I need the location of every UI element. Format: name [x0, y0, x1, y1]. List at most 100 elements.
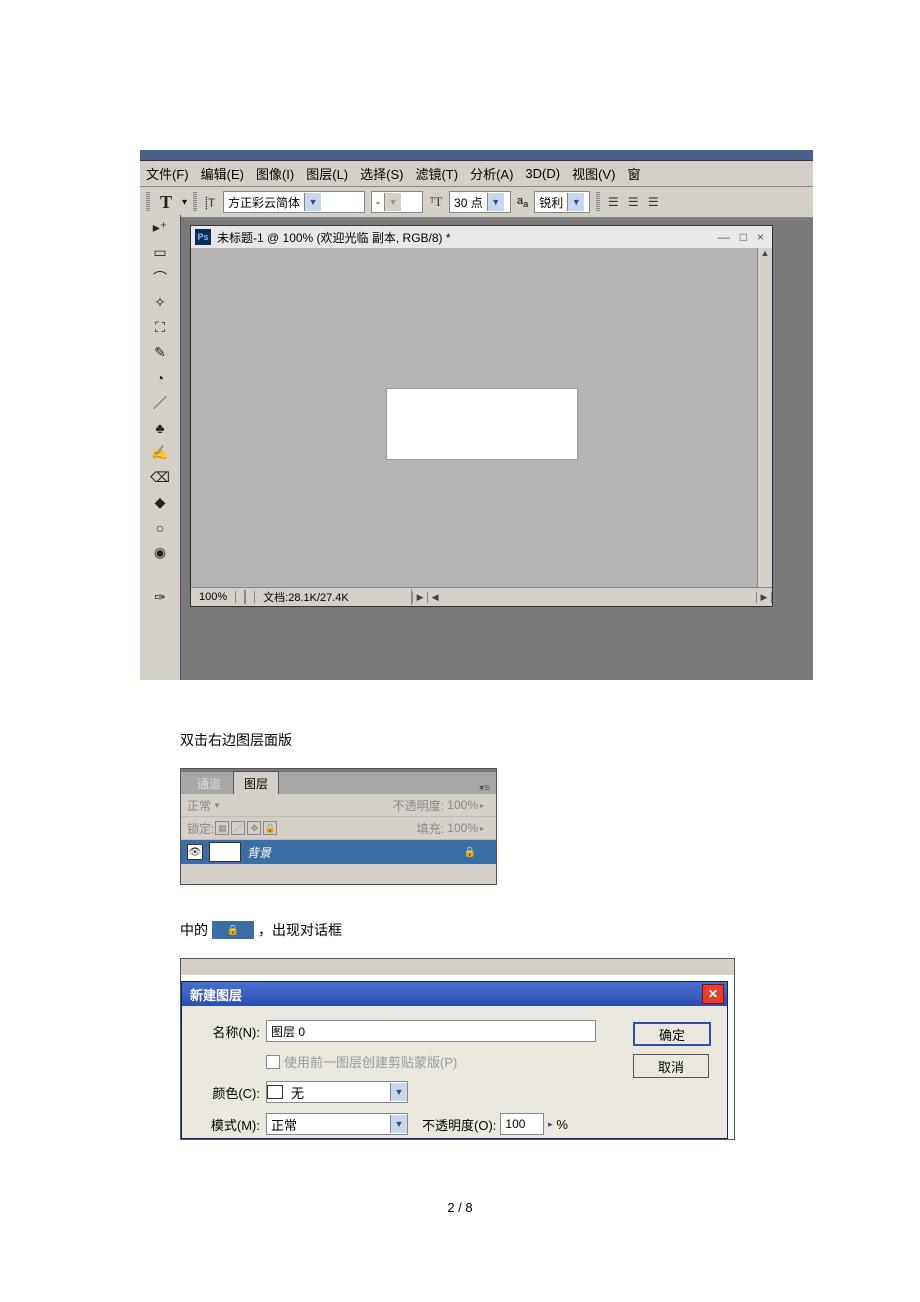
close-icon[interactable]: ✕: [702, 984, 724, 1004]
doc-size: 文档:28.1K/27.4K: [255, 589, 412, 605]
layer-thumbnail[interactable]: [209, 842, 241, 862]
caption-text: 双击右边图层面版: [180, 730, 920, 750]
text-tool-icon[interactable]: T: [160, 192, 172, 213]
opacity-label: 不透明度:: [393, 797, 444, 814]
layer-row-background[interactable]: 👁 背景 🔒: [181, 840, 496, 864]
chevron-down-icon[interactable]: ▼: [213, 801, 223, 810]
menu-edit[interactable]: 编辑(E): [201, 164, 244, 183]
opacity-label: 不透明度(O):: [422, 1115, 496, 1134]
lock-icon-inline: 🔒: [212, 921, 254, 939]
tab-layers[interactable]: 图层: [233, 771, 279, 794]
swatch-icon: [267, 1085, 283, 1099]
marquee-tool-icon[interactable]: ▭: [140, 240, 180, 265]
horizontal-scrollbar[interactable]: ▶◀▶: [412, 590, 772, 604]
arrow-icon[interactable]: ▸: [480, 801, 490, 810]
ab-icon[interactable]: [244, 590, 246, 604]
name-input[interactable]: 图层 0: [266, 1020, 596, 1042]
maximize-icon[interactable]: □: [740, 230, 747, 244]
page-number: 2 / 8: [0, 1200, 920, 1215]
color-select[interactable]: 无▼: [266, 1081, 408, 1103]
clip-mask-label: 使用前一图层创建剪贴蒙版(P): [284, 1052, 457, 1071]
text-orientation-icon[interactable]: ⸽T: [203, 195, 217, 209]
grip-icon: [146, 192, 150, 212]
lock-icon[interactable]: 🔒: [464, 846, 476, 858]
clip-mask-checkbox: [266, 1055, 280, 1069]
opacity-input[interactable]: 100: [500, 1113, 544, 1135]
blend-mode-select[interactable]: 正常: [187, 797, 213, 814]
menu-image[interactable]: 图像(I): [256, 164, 294, 183]
brush-tool-icon[interactable]: ／: [140, 390, 180, 415]
new-layer-dialog-screenshot: 新建图层 ✕ 名称(N): 图层 0 使用前一图层创建剪贴蒙版(P) 颜色(C)…: [180, 958, 735, 1140]
tab-channels[interactable]: 通道: [187, 772, 231, 794]
menu-bar: 文件(F) 编辑(E) 图像(I) 图层(L) 选择(S) 滤镜(T) 分析(A…: [140, 161, 813, 187]
align-left-icon[interactable]: ☰: [606, 195, 620, 209]
crop-tool-icon[interactable]: ⛶: [140, 315, 180, 340]
eraser-tool-icon[interactable]: ⌫: [140, 465, 180, 490]
color-label: 颜色(C):: [194, 1083, 260, 1102]
fill-label: 填充:: [417, 820, 444, 837]
layers-panel-screenshot: 通道 图层 ▾≡ 正常 ▼ 不透明度: 100%▸ 锁定: ▦ ／ ✥ 🔒 填充…: [180, 768, 497, 885]
menu-file[interactable]: 文件(F): [146, 164, 189, 183]
arrow-icon[interactable]: ▸: [544, 1119, 556, 1130]
eyedropper-tool-icon[interactable]: ✎: [140, 340, 180, 365]
move-tool-icon[interactable]: ▸⁺: [140, 215, 180, 240]
history-brush-icon[interactable]: ✍: [140, 440, 180, 465]
document-titlebar: Ps 未标题-1 @ 100% (欢迎光临 副本, RGB/8) * — □ ×: [191, 226, 772, 249]
tool-palette: ▸⁺ ▭ ⌒ ✧ ⛶ ✎ ◔ ／ ♣ ✍ ⌫ ◆ ○ ◉ ✑: [140, 215, 181, 680]
wand-tool-icon[interactable]: ✧: [140, 290, 180, 315]
cancel-button[interactable]: 取消: [633, 1054, 709, 1078]
new-layer-dialog: 新建图层 ✕ 名称(N): 图层 0 使用前一图层创建剪贴蒙版(P) 颜色(C)…: [181, 981, 728, 1139]
panel-menu-icon[interactable]: ▾≡: [479, 783, 496, 794]
pen-tool-icon[interactable]: ✑: [140, 585, 180, 610]
canvas[interactable]: [386, 388, 578, 460]
zoom-value[interactable]: 100%: [191, 591, 236, 603]
layer-name: 背景: [247, 844, 271, 861]
lock-pixels-icon[interactable]: ▦: [215, 821, 229, 835]
lasso-tool-icon[interactable]: ⌒: [140, 265, 180, 290]
font-family-select[interactable]: 方正彩云简体▼: [223, 191, 365, 213]
align-center-icon[interactable]: ☰: [626, 195, 640, 209]
menu-layer[interactable]: 图层(L): [306, 164, 348, 183]
font-size-icon: ᵀT: [429, 195, 443, 209]
mode-label: 模式(M):: [194, 1115, 260, 1134]
lock-all-icon[interactable]: 🔒: [263, 821, 277, 835]
grip-icon: [596, 192, 600, 212]
menu-filter[interactable]: 滤镜(T): [415, 164, 458, 183]
grip-icon: [193, 192, 197, 212]
visibility-icon[interactable]: 👁: [187, 844, 203, 860]
menu-analysis[interactable]: 分析(A): [470, 164, 513, 183]
arrow-icon[interactable]: ▸: [480, 824, 490, 833]
lock-position-icon[interactable]: ✥: [247, 821, 261, 835]
status-bar: 100% 文档:28.1K/27.4K ▶◀▶: [191, 587, 772, 606]
stamp-tool-icon[interactable]: ♣: [140, 415, 180, 440]
close-icon[interactable]: ×: [757, 230, 764, 244]
name-label: 名称(N):: [194, 1022, 260, 1041]
opacity-value[interactable]: 100%: [444, 798, 480, 812]
lock-paint-icon[interactable]: ／: [231, 821, 245, 835]
options-bar: T▾ ⸽T 方正彩云简体▼ -▼ ᵀT 30 点▼ aa 锐利▼ ☰ ☰ ☰: [140, 187, 813, 218]
menu-window[interactable]: 窗: [627, 164, 640, 183]
blur-tool-icon[interactable]: ○: [140, 515, 180, 540]
minimize-icon[interactable]: —: [718, 230, 730, 244]
font-size-select[interactable]: 30 点▼: [449, 191, 511, 213]
caption-text-2: 中的 🔒 ，出现对话框: [180, 920, 920, 940]
dialog-titlebar: 新建图层 ✕: [182, 982, 727, 1006]
canvas-area[interactable]: [191, 248, 758, 588]
menu-view[interactable]: 视图(V): [572, 164, 615, 183]
font-style-select[interactable]: -▼: [371, 191, 423, 213]
menu-select[interactable]: 选择(S): [360, 164, 403, 183]
lock-label: 锁定:: [187, 820, 214, 837]
menu-3d[interactable]: 3D(D): [525, 166, 560, 181]
heal-tool-icon[interactable]: ◔: [140, 365, 180, 390]
antialias-select[interactable]: 锐利▼: [534, 191, 590, 213]
antialias-label: aa: [517, 195, 528, 209]
ok-button[interactable]: 确定: [633, 1022, 711, 1046]
dodge-tool-icon[interactable]: ◉: [140, 540, 180, 565]
align-right-icon[interactable]: ☰: [646, 195, 660, 209]
mode-select[interactable]: 正常▼: [266, 1113, 408, 1135]
photoshop-main-screenshot: 文件(F) 编辑(E) 图像(I) 图层(L) 选择(S) 滤镜(T) 分析(A…: [140, 150, 813, 680]
bucket-tool-icon[interactable]: ◆: [140, 490, 180, 515]
vertical-scrollbar[interactable]: ▲: [757, 248, 772, 588]
ps-badge-icon: Ps: [195, 229, 211, 245]
fill-value[interactable]: 100%: [444, 821, 480, 835]
